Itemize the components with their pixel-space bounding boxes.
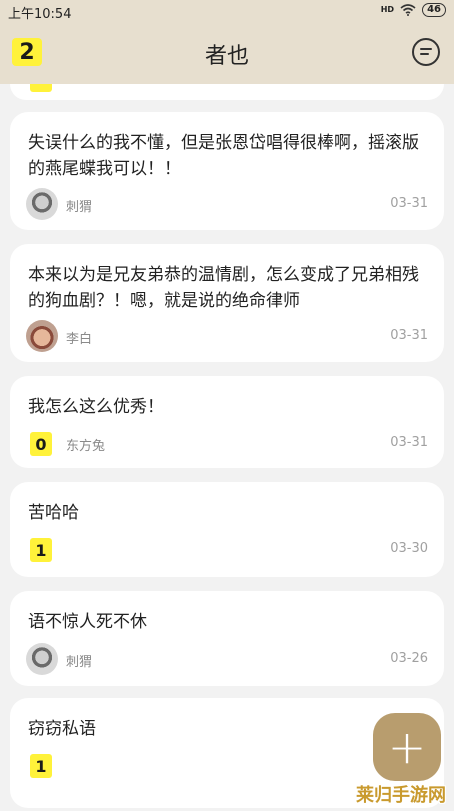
post-date: 03-31: [390, 328, 428, 343]
post-text: 失误什么的我不懂，但是张恩岱唱得很棒啊，摇滚版的燕尾蝶我可以！！: [28, 133, 419, 179]
post-card[interactable]: 我怎么这么优秀！ 0 东方兔 03-31: [10, 376, 444, 468]
author-name[interactable]: 刺猬: [66, 196, 92, 215]
status-bar: 上午10:54 HD 46: [0, 0, 454, 22]
post-text: 语不惊人死不休: [28, 612, 147, 632]
post-date: 03-31: [390, 435, 428, 450]
avatar[interactable]: [26, 188, 58, 220]
watermark: 莱归手游网: [356, 785, 446, 806]
app-header: 2 者也: [0, 22, 454, 84]
author-name[interactable]: 东方兔: [66, 435, 105, 454]
level-chip: 0: [30, 432, 52, 456]
status-indicators: HD 46: [381, 3, 446, 17]
battery-icon: 46: [422, 3, 446, 17]
author-name[interactable]: 刺猬: [66, 651, 92, 670]
post-card[interactable]: 苦哈哈 1 03-30: [10, 482, 444, 577]
wifi-icon: [400, 4, 416, 16]
status-time: 上午10:54: [8, 7, 72, 22]
post-text: 苦哈哈: [28, 503, 79, 523]
avatar[interactable]: [26, 643, 58, 675]
previous-card-edge: [10, 84, 444, 100]
post-card[interactable]: 失误什么的我不懂，但是张恩岱唱得很棒啊，摇滚版的燕尾蝶我可以！！ 刺猬 03-3…: [10, 112, 444, 230]
network-label: HD: [380, 5, 395, 14]
level-chip: 1: [30, 754, 52, 778]
post-date: 03-31: [390, 196, 428, 211]
post-text: 我怎么这么优秀！: [28, 397, 164, 417]
post-card[interactable]: 本来以为是兄友弟恭的温情剧，怎么变成了兄弟相残的狗血剧？！嗯，就是说的绝命律师 …: [10, 244, 444, 362]
level-chip: 1: [30, 538, 52, 562]
post-text: 本来以为是兄友弟恭的温情剧，怎么变成了兄弟相残的狗血剧？！嗯，就是说的绝命律师: [28, 265, 419, 311]
post-text: 窃窃私语: [28, 719, 96, 739]
level-chip: [30, 84, 52, 92]
chat-bubble-icon[interactable]: [412, 38, 440, 66]
post-card[interactable]: 语不惊人死不休 刺猬 03-26: [10, 591, 444, 686]
author-name[interactable]: 李白: [66, 328, 92, 347]
post-date: 03-30: [390, 541, 428, 556]
page-title: 者也: [204, 44, 249, 69]
post-date: 03-26: [390, 651, 428, 666]
post-list[interactable]: 失误什么的我不懂，但是张恩岱唱得很棒啊，摇滚版的燕尾蝶我可以！！ 刺猬 03-3…: [0, 84, 454, 811]
avatar[interactable]: [26, 320, 58, 352]
add-post-button[interactable]: +: [373, 713, 441, 781]
